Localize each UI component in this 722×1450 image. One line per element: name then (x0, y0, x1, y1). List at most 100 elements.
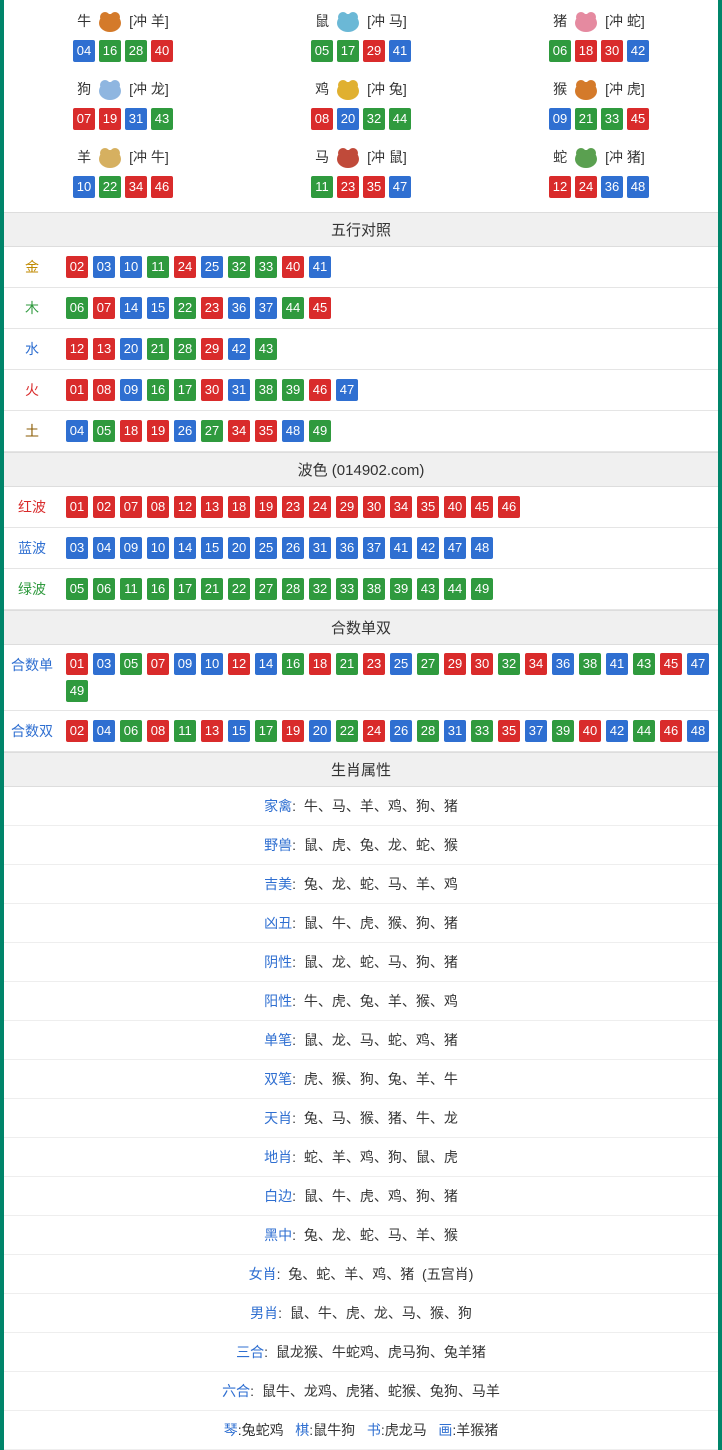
attribute-label: 野兽 (264, 837, 292, 853)
number-ball: 46 (660, 720, 682, 742)
zodiac-clash: [冲 蛇] (605, 11, 645, 31)
number-ball: 39 (552, 720, 574, 742)
attribute-row: 女肖: 兔、蛇、羊、鸡、猪 (五宫肖) (4, 1255, 718, 1294)
zodiac-numbers: 11233547 (242, 176, 480, 198)
attribute-row: 阳性: 牛、虎、兔、羊、猴、鸡 (4, 982, 718, 1021)
number-ball: 12 (174, 496, 196, 518)
number-ball: 27 (417, 653, 439, 675)
number-ball: 14 (255, 653, 277, 675)
horse-icon (331, 144, 365, 170)
attribute-label: 琴 (224, 1422, 238, 1438)
number-ball: 06 (66, 297, 88, 319)
number-ball: 35 (255, 420, 277, 442)
zodiac-clash: [冲 猪] (605, 147, 645, 167)
zodiac-cell: 狗 [冲 龙] 07193143 (4, 72, 242, 140)
attribute-text: : 鼠、牛、虎、龙、马、猴、狗 (278, 1305, 472, 1321)
attribute-row: 野兽: 鼠、虎、兔、龙、蛇、猴 (4, 826, 718, 865)
wuxing-table: 金 02031011242532334041 木 060714152223363… (4, 247, 718, 452)
number-ball: 38 (579, 653, 601, 675)
number-ball: 31 (125, 108, 147, 130)
zodiac-name: 猴 (553, 79, 567, 99)
number-ball: 17 (174, 578, 196, 600)
zodiac-cell: 蛇 [冲 猪] 12243648 (480, 140, 718, 208)
number-ball: 10 (73, 176, 95, 198)
number-ball: 22 (174, 297, 196, 319)
zodiac-name: 猪 (553, 11, 567, 31)
number-ball: 04 (66, 420, 88, 442)
zodiac-name: 鼠 (315, 11, 329, 31)
number-ball: 17 (174, 379, 196, 401)
number-ball: 41 (389, 40, 411, 62)
attribute-text: : 鼠、龙、蛇、马、狗、猪 (292, 954, 458, 970)
attribute-label: 地肖 (264, 1149, 292, 1165)
zodiac-numbers: 06183042 (480, 40, 718, 62)
attribute-row: 黑中: 兔、龙、蛇、马、羊、猴 (4, 1216, 718, 1255)
number-ball: 40 (282, 256, 304, 278)
number-ball: 48 (627, 176, 649, 198)
number-ball: 45 (309, 297, 331, 319)
section-header-wuxing: 五行对照 (4, 212, 718, 247)
number-ball: 19 (99, 108, 121, 130)
dog-icon (93, 76, 127, 102)
section-header-heshu: 合数单双 (4, 610, 718, 645)
attribute-text: : 鼠、牛、虎、猴、狗、猪 (292, 915, 458, 931)
number-ball: 18 (575, 40, 597, 62)
number-ball: 33 (336, 578, 358, 600)
page-container: 牛 [冲 羊] 04162840 鼠 [冲 马] 05172941 猪 [冲 蛇… (0, 0, 722, 1450)
zodiac-clash: [冲 羊] (129, 11, 169, 31)
kv-value: 0102070812131819232429303435404546 (60, 487, 718, 527)
number-ball: 36 (228, 297, 250, 319)
number-ball: 02 (66, 256, 88, 278)
number-ball: 28 (417, 720, 439, 742)
number-ball: 30 (601, 40, 623, 62)
zodiac-name: 牛 (77, 11, 91, 31)
attribute-text: :虎龙马 (381, 1422, 439, 1438)
number-ball: 19 (282, 720, 304, 742)
number-ball: 30 (201, 379, 223, 401)
number-ball: 08 (93, 379, 115, 401)
number-ball: 01 (66, 379, 88, 401)
number-ball: 06 (120, 720, 142, 742)
number-ball: 01 (66, 496, 88, 518)
attribute-text: :羊猴猪 (452, 1422, 498, 1438)
zodiac-name: 鸡 (315, 79, 329, 99)
kv-value: 03040910141520252631363741424748 (60, 528, 718, 568)
number-ball: 41 (390, 537, 412, 559)
kv-value: 05061116172122272832333839434449 (60, 569, 718, 609)
number-ball: 11 (120, 578, 142, 600)
number-ball: 30 (471, 653, 493, 675)
number-ball: 47 (336, 379, 358, 401)
number-ball: 29 (201, 338, 223, 360)
section-header-bose: 波色 (014902.com) (4, 452, 718, 487)
attribute-label: 棋 (295, 1422, 309, 1438)
attribute-label: 双笔 (264, 1071, 292, 1087)
zodiac-title: 羊 [冲 牛] (4, 144, 242, 170)
number-ball: 22 (336, 720, 358, 742)
kv-row: 蓝波 03040910141520252631363741424748 (4, 528, 718, 569)
number-ball: 06 (93, 578, 115, 600)
number-ball: 45 (627, 108, 649, 130)
attribute-text: :兔蛇鸡 (238, 1422, 296, 1438)
number-ball: 12 (228, 653, 250, 675)
number-ball: 44 (444, 578, 466, 600)
number-ball: 19 (255, 496, 277, 518)
number-ball: 16 (282, 653, 304, 675)
number-ball: 48 (471, 537, 493, 559)
number-ball: 42 (606, 720, 628, 742)
attribute-label: 阴性 (264, 954, 292, 970)
zodiac-title: 蛇 [冲 猪] (480, 144, 718, 170)
number-ball: 34 (525, 653, 547, 675)
zodiac-cell: 猪 [冲 蛇] 06183042 (480, 4, 718, 72)
number-ball: 33 (471, 720, 493, 742)
number-ball: 03 (93, 653, 115, 675)
zodiac-numbers: 07193143 (4, 108, 242, 130)
attribute-footer-row: 琴:兔蛇鸡 棋:鼠牛狗 书:虎龙马 画:羊猴猪 (4, 1411, 718, 1450)
attribute-text: : 牛、马、羊、鸡、狗、猪 (292, 798, 458, 814)
attribute-row: 单笔: 鼠、龙、马、蛇、鸡、猪 (4, 1021, 718, 1060)
number-ball: 36 (336, 537, 358, 559)
number-ball: 43 (151, 108, 173, 130)
attribute-text: : 鼠、虎、兔、龙、蛇、猴 (292, 837, 458, 853)
rat-icon (331, 8, 365, 34)
number-ball: 24 (174, 256, 196, 278)
number-ball: 40 (579, 720, 601, 742)
